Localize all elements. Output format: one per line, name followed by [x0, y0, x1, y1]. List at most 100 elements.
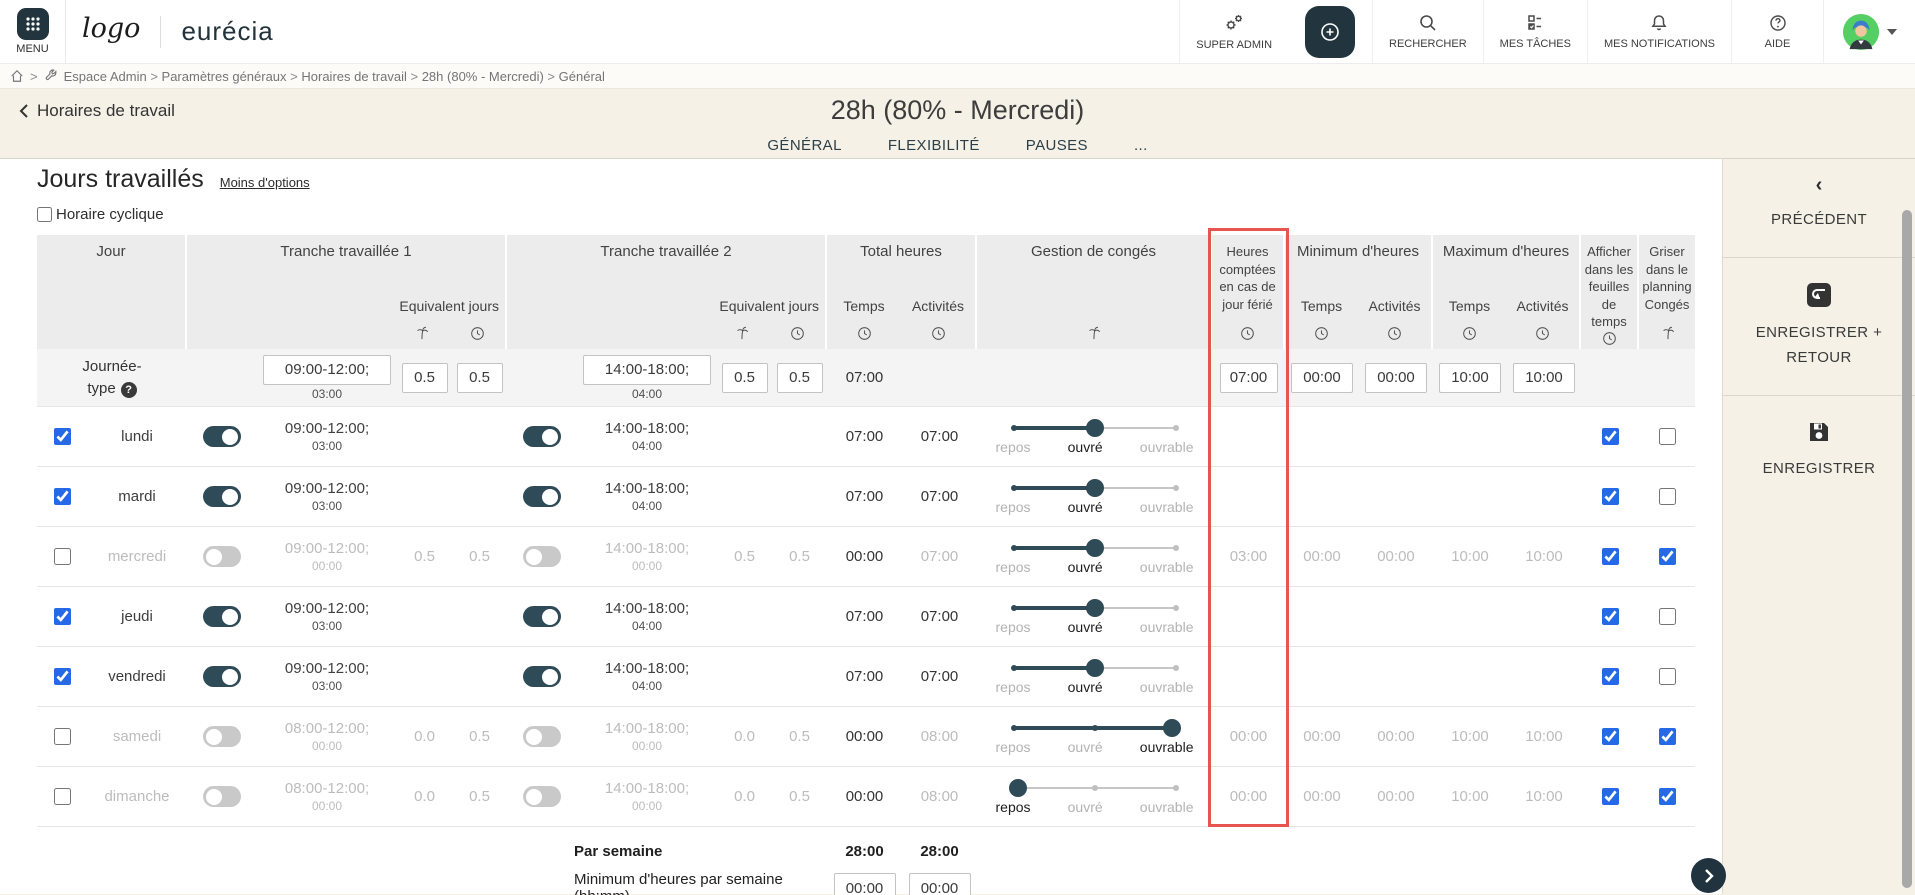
jt-eq3-input[interactable]	[722, 363, 768, 393]
user-menu[interactable]	[1823, 0, 1915, 63]
tranche2-toggle[interactable]	[523, 726, 561, 747]
conges-slider[interactable]: repos ouvré ouvrable	[1009, 479, 1181, 515]
slider-thumb[interactable]	[1086, 479, 1104, 497]
total-activites: 07:00	[921, 548, 959, 565]
slider-thumb[interactable]	[1086, 539, 1104, 557]
griser-checkbox[interactable]	[1659, 788, 1676, 805]
afficher-checkbox[interactable]	[1602, 608, 1619, 625]
day-enabled-checkbox[interactable]	[54, 428, 71, 445]
griser-checkbox[interactable]	[1659, 428, 1676, 445]
griser-checkbox[interactable]	[1659, 728, 1676, 745]
conges-slider[interactable]: repos ouvré ouvrable	[1009, 419, 1181, 455]
day-enabled-checkbox[interactable]	[54, 488, 71, 505]
griser-checkbox[interactable]	[1659, 548, 1676, 565]
tranche1-toggle[interactable]	[203, 546, 241, 567]
conges-slider[interactable]: repos ouvré ouvrable	[1009, 779, 1181, 815]
nav-mes-taches[interactable]: MES TÂCHES	[1483, 0, 1587, 63]
tranche2-toggle[interactable]	[523, 426, 561, 447]
tranche1-toggle[interactable]	[203, 426, 241, 447]
tranche2-toggle[interactable]	[523, 486, 561, 507]
min-week-temps-input[interactable]	[834, 873, 896, 895]
jt-tranche2-time-input[interactable]	[583, 355, 711, 385]
tab-3[interactable]: ...	[1134, 137, 1148, 154]
breadcrumb-item[interactable]: Paramètres généraux	[162, 69, 287, 84]
company-logo[interactable]: logo	[82, 13, 140, 44]
tranche1-toggle[interactable]	[203, 726, 241, 747]
next-page-button[interactable]	[1691, 858, 1726, 893]
breadcrumb-item[interactable]: Général	[559, 69, 605, 84]
slider-thumb[interactable]	[1086, 599, 1104, 617]
jt-eq2-input[interactable]	[457, 363, 503, 393]
menu-button[interactable]: MENU	[0, 0, 66, 63]
day-enabled-checkbox[interactable]	[54, 728, 71, 745]
slider-thumb[interactable]	[1086, 419, 1104, 437]
slider-label-ouvrable: ouvrable	[1140, 439, 1194, 455]
slider-thumb[interactable]	[1009, 779, 1027, 797]
breadcrumb-item[interactable]: Horaires de travail	[301, 69, 407, 84]
tab-2[interactable]: PAUSES	[1026, 137, 1088, 154]
tranche1-toggle[interactable]	[203, 666, 241, 687]
tranche2-subtotal: 00:00	[632, 739, 662, 753]
tranche1-toggle[interactable]	[203, 786, 241, 807]
tranche2-toggle[interactable]	[523, 786, 561, 807]
jt-ferie-input[interactable]	[1220, 363, 1278, 393]
jt-max-temps-input[interactable]	[1439, 363, 1501, 393]
options-link[interactable]: Moins d'options	[220, 175, 310, 190]
tranche1-toggle[interactable]	[203, 486, 241, 507]
day-enabled-checkbox[interactable]	[54, 788, 71, 805]
min-week-activites-input[interactable]	[909, 873, 971, 895]
nav-aide[interactable]: AIDE	[1731, 0, 1823, 63]
conges-slider[interactable]: repos ouvré ouvrable	[1009, 539, 1181, 575]
cyclic-schedule-checkbox[interactable]	[37, 207, 52, 222]
jt-eq4-input[interactable]	[777, 363, 823, 393]
menu-label: MENU	[16, 43, 48, 55]
day-enabled-checkbox[interactable]	[54, 608, 71, 625]
tranche2-toggle[interactable]	[523, 546, 561, 567]
day-enabled-checkbox[interactable]	[54, 548, 71, 565]
afficher-checkbox[interactable]	[1602, 488, 1619, 505]
save-return-button[interactable]: ENREGISTRER + RETOUR	[1723, 257, 1915, 395]
jt-min-activites-input[interactable]	[1365, 363, 1427, 393]
breadcrumb-item[interactable]: Espace Admin	[64, 69, 147, 84]
save-button[interactable]: ENREGISTRER	[1723, 395, 1915, 506]
nav-super-admin[interactable]: SUPER ADMIN	[1179, 0, 1288, 63]
add-button[interactable]	[1305, 6, 1355, 58]
jt-max-activites-input[interactable]	[1513, 363, 1575, 393]
home-icon[interactable]	[10, 69, 24, 83]
griser-checkbox[interactable]	[1659, 488, 1676, 505]
nav-rechercher[interactable]: RECHERCHER	[1372, 0, 1483, 63]
jt-eq1-input[interactable]	[402, 363, 448, 393]
afficher-checkbox[interactable]	[1602, 668, 1619, 685]
griser-checkbox[interactable]	[1659, 608, 1676, 625]
help-badge-icon[interactable]: ?	[121, 382, 137, 398]
min-temps-value: 00:00	[1303, 728, 1341, 745]
slider-thumb[interactable]	[1086, 659, 1104, 677]
tab-0[interactable]: GÉNÉRAL	[767, 137, 842, 154]
tab-1[interactable]: FLEXIBILITÉ	[888, 137, 980, 154]
wrench-icon[interactable]	[44, 69, 58, 83]
griser-checkbox[interactable]	[1659, 668, 1676, 685]
nav-mes-notifications[interactable]: MES NOTIFICATIONS	[1587, 0, 1731, 63]
jt-tranche1-time-input[interactable]	[263, 355, 391, 385]
jt-min-temps-input[interactable]	[1291, 363, 1353, 393]
chevron-left-icon: ‹	[1816, 175, 1823, 195]
tranche2-time: 14:00-18:00;	[605, 420, 689, 437]
breadcrumb-item[interactable]: 28h (80% - Mercredi)	[422, 69, 544, 84]
conges-slider[interactable]: repos ouvré ouvrable	[1009, 599, 1181, 635]
tranche2-toggle[interactable]	[523, 606, 561, 627]
day-enabled-checkbox[interactable]	[54, 668, 71, 685]
conges-slider[interactable]: repos ouvré ouvrable	[1009, 719, 1181, 755]
afficher-checkbox[interactable]	[1602, 428, 1619, 445]
afficher-checkbox[interactable]	[1602, 548, 1619, 565]
afficher-checkbox[interactable]	[1602, 728, 1619, 745]
vertical-scrollbar[interactable]	[1902, 210, 1912, 888]
grid-icon	[17, 8, 49, 40]
precedent-button[interactable]: ‹ PRÉCÉDENT	[1723, 159, 1915, 257]
tranche2-toggle[interactable]	[523, 666, 561, 687]
tranche1-toggle[interactable]	[203, 606, 241, 627]
conges-slider[interactable]: repos ouvré ouvrable	[1009, 659, 1181, 695]
slider-thumb[interactable]	[1163, 719, 1181, 737]
back-link[interactable]: Horaires de travail	[18, 101, 175, 121]
afficher-checkbox[interactable]	[1602, 788, 1619, 805]
brand-wordmark[interactable]: eurécia	[181, 16, 273, 47]
